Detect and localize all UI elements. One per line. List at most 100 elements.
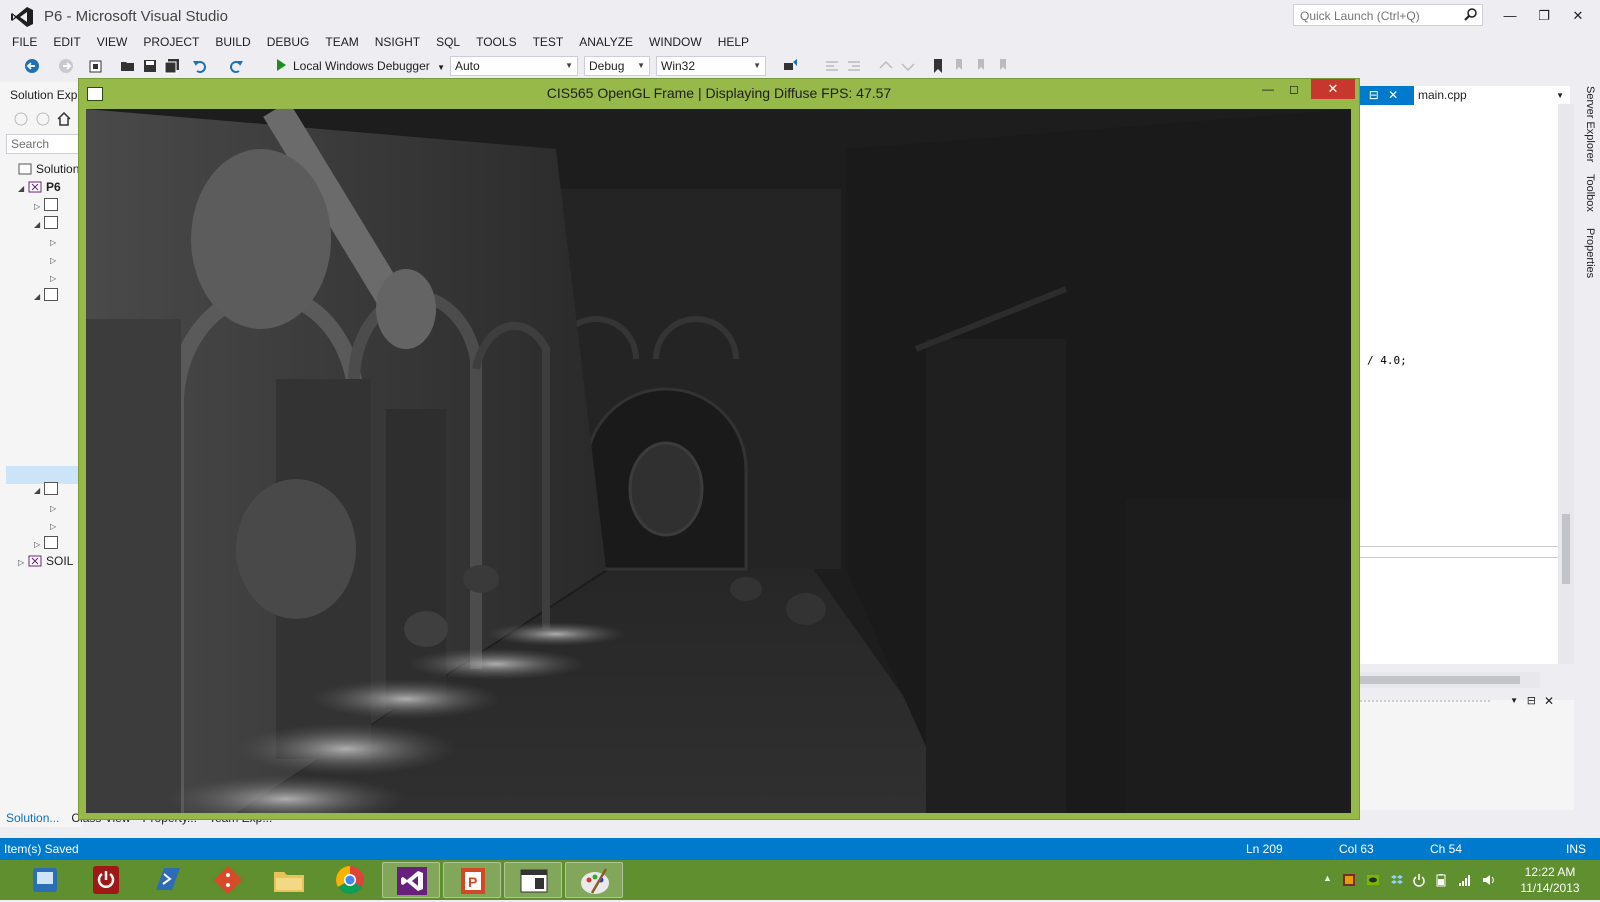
menu-window[interactable]: WINDOW: [641, 32, 710, 52]
search-icon[interactable]: [1464, 7, 1478, 21]
tree-item[interactable]: ▷: [50, 250, 60, 268]
tree-item[interactable]: ▷: [34, 534, 62, 552]
forward-icon[interactable]: [36, 112, 50, 126]
minimize-button[interactable]: —: [1255, 79, 1281, 99]
tree-item[interactable]: ◢: [34, 286, 62, 304]
quick-launch-input[interactable]: [1298, 6, 1462, 26]
start-debugging-button[interactable]: Local Windows Debugger ▼: [277, 56, 445, 76]
horizontal-scrollbar[interactable]: [1340, 672, 1540, 688]
uncomment-icon[interactable]: [900, 58, 916, 74]
signal-icon[interactable]: [1458, 873, 1472, 887]
save-icon[interactable]: [142, 58, 158, 74]
redo-icon[interactable]: [228, 58, 244, 74]
solution-config-select[interactable]: Auto ▼: [450, 56, 578, 76]
quick-launch[interactable]: [1293, 4, 1483, 26]
tab-properties[interactable]: Properties: [1578, 228, 1596, 278]
close-button[interactable]: ✕: [1311, 79, 1355, 99]
clear-bookmarks-icon[interactable]: [996, 58, 1012, 74]
tree-item-solution[interactable]: Solution: [18, 160, 79, 178]
tab-solution-explorer[interactable]: Solution...: [0, 811, 65, 827]
app-tray-icon[interactable]: [1342, 873, 1356, 887]
expand-arrow-icon[interactable]: ◢: [34, 288, 44, 306]
menu-sql[interactable]: SQL: [428, 32, 468, 52]
menu-build[interactable]: BUILD: [207, 32, 258, 52]
save-all-icon[interactable]: [164, 58, 180, 74]
chevron-down-icon[interactable]: ▼: [1556, 86, 1564, 105]
battery-icon[interactable]: [1434, 873, 1448, 887]
power-tray-icon[interactable]: [1412, 873, 1426, 887]
tree-item[interactable]: ▷: [50, 232, 60, 250]
system-clock[interactable]: 12:22 AM 11/14/2013: [1510, 864, 1590, 896]
tree-item[interactable]: ▷: [50, 268, 60, 286]
align-icon[interactable]: [824, 58, 840, 74]
home-icon[interactable]: [56, 111, 72, 127]
pin-icon[interactable]: ⊟: [1527, 694, 1536, 707]
taskbar-control-panel[interactable]: [16, 862, 74, 898]
menu-team[interactable]: TEAM: [317, 32, 366, 52]
open-file-icon[interactable]: [120, 58, 136, 74]
menu-file[interactable]: FILE: [4, 32, 45, 52]
menu-nsight[interactable]: NSIGHT: [367, 32, 428, 52]
show-hidden-icons-icon[interactable]: ▲: [1323, 873, 1332, 883]
menu-analyze[interactable]: ANALYZE: [571, 32, 641, 52]
comment-icon[interactable]: [878, 58, 894, 74]
pin-icon[interactable]: ⊟: [1369, 88, 1379, 102]
dropbox-icon[interactable]: [1390, 873, 1404, 887]
vertical-scrollbar[interactable]: [1558, 104, 1574, 664]
tree-item[interactable]: ▷: [34, 196, 62, 214]
opengl-window[interactable]: CIS565 OpenGL Frame | Displaying Diffuse…: [78, 78, 1360, 820]
restore-button[interactable]: ❐: [1530, 5, 1558, 27]
solution-search-input[interactable]: Search Soluti: [6, 134, 82, 154]
expand-arrow-icon[interactable]: ◢: [34, 216, 44, 234]
taskbar-opengl-app[interactable]: [504, 862, 562, 898]
opengl-render-viewport[interactable]: [86, 109, 1351, 813]
close-icon[interactable]: ✕: [1544, 694, 1554, 708]
taskbar-paint[interactable]: [565, 862, 623, 898]
maximize-button[interactable]: ◻: [1281, 79, 1307, 99]
platform-select[interactable]: Win32 ▼: [656, 56, 766, 76]
tree-item-p6[interactable]: ◢ P6: [18, 178, 61, 196]
menu-debug[interactable]: DEBUG: [259, 32, 318, 52]
expand-arrow-icon[interactable]: ▷: [18, 554, 28, 572]
close-icon[interactable]: ✕: [1388, 88, 1398, 102]
code-editor[interactable]: [1340, 104, 1562, 664]
close-button[interactable]: ✕: [1564, 5, 1592, 27]
tab-toolbox[interactable]: Toolbox: [1578, 174, 1596, 212]
expand-arrow-icon[interactable]: ◢: [18, 180, 28, 198]
tree-item[interactable]: ▷: [50, 516, 60, 534]
tab-server-explorer[interactable]: Server Explorer: [1578, 86, 1596, 162]
next-bookmark-icon[interactable]: [974, 58, 990, 74]
undo-icon[interactable]: [192, 58, 208, 74]
attach-icon[interactable]: [782, 58, 798, 74]
menu-help[interactable]: HELP: [710, 32, 757, 52]
tree-item-soil[interactable]: ▷ SOIL: [18, 552, 73, 570]
taskbar-git[interactable]: [199, 862, 257, 898]
menu-tools[interactable]: TOOLS: [468, 32, 524, 52]
tree-item[interactable]: ▷: [50, 498, 60, 516]
taskbar-powerpoint[interactable]: P: [443, 862, 501, 898]
volume-icon[interactable]: [1482, 873, 1496, 887]
chevron-down-icon[interactable]: ▼: [437, 63, 445, 72]
minimize-button[interactable]: —: [1496, 5, 1524, 27]
indent-icon[interactable]: [846, 58, 862, 74]
back-icon[interactable]: [14, 112, 28, 126]
tab-main-cpp[interactable]: main.cpp ▼: [1414, 86, 1570, 105]
menu-project[interactable]: PROJECT: [135, 32, 207, 52]
pane-grip[interactable]: [1340, 700, 1490, 710]
tree-item[interactable]: ◢: [34, 480, 62, 498]
scrollbar-thumb[interactable]: [1562, 514, 1570, 584]
taskbar-powershell[interactable]: [138, 862, 196, 898]
taskbar-file-explorer[interactable]: [260, 862, 318, 898]
bookmark-icon[interactable]: [930, 58, 946, 74]
back-icon[interactable]: [24, 58, 40, 74]
tree-item[interactable]: ◢: [34, 214, 62, 232]
new-project-icon[interactable]: [88, 58, 104, 74]
taskbar-chrome[interactable]: [321, 862, 379, 898]
expand-arrow-icon[interactable]: ◢: [34, 482, 44, 500]
scrollbar-thumb[interactable]: [1340, 676, 1520, 684]
prev-bookmark-icon[interactable]: [952, 58, 968, 74]
menu-view[interactable]: VIEW: [89, 32, 136, 52]
nvidia-icon[interactable]: [1366, 873, 1380, 887]
menu-test[interactable]: TEST: [525, 32, 572, 52]
chevron-down-icon[interactable]: ▼: [1510, 696, 1518, 705]
